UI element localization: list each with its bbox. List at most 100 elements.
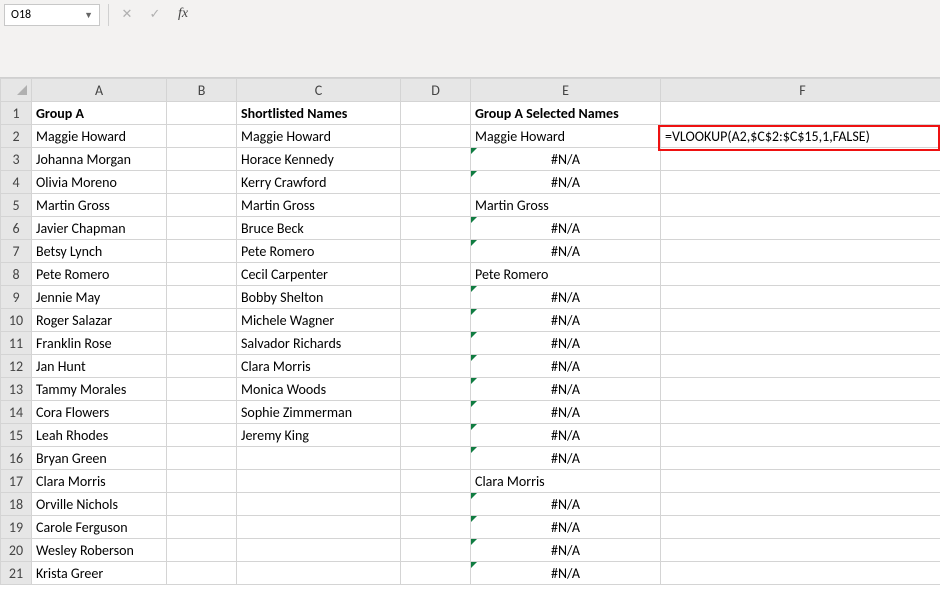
cell-A2[interactable]: Maggie Howard: [32, 125, 167, 148]
cell-C20[interactable]: [237, 539, 401, 562]
row-header-14[interactable]: 14: [1, 401, 32, 424]
cell-E3[interactable]: #N/A: [471, 148, 661, 171]
cell-C5[interactable]: Martin Gross: [237, 194, 401, 217]
cell-B13[interactable]: [167, 378, 237, 401]
cell-A19[interactable]: Carole Ferguson: [32, 516, 167, 539]
cell-C9[interactable]: Bobby Shelton: [237, 286, 401, 309]
cell-B17[interactable]: [167, 470, 237, 493]
error-indicator-icon[interactable]: [471, 171, 477, 177]
row-header-18[interactable]: 18: [1, 493, 32, 516]
cell-C8[interactable]: Cecil Carpenter: [237, 263, 401, 286]
row-header-19[interactable]: 19: [1, 516, 32, 539]
error-indicator-icon[interactable]: [471, 447, 477, 453]
cell-D10[interactable]: [401, 309, 471, 332]
cell-A15[interactable]: Leah Rhodes: [32, 424, 167, 447]
cell-A18[interactable]: Orville Nichols: [32, 493, 167, 516]
cell-A17[interactable]: Clara Morris: [32, 470, 167, 493]
cell-A9[interactable]: Jennie May: [32, 286, 167, 309]
cell-E13[interactable]: #N/A: [471, 378, 661, 401]
cell-E2[interactable]: Maggie Howard: [471, 125, 661, 148]
cell-D11[interactable]: [401, 332, 471, 355]
cell-A20[interactable]: Wesley Roberson: [32, 539, 167, 562]
cell-E20[interactable]: #N/A: [471, 539, 661, 562]
row-header-8[interactable]: 8: [1, 263, 32, 286]
chevron-down-icon[interactable]: ▼: [80, 10, 97, 21]
cell-B12[interactable]: [167, 355, 237, 378]
cell-B3[interactable]: [167, 148, 237, 171]
row-header-4[interactable]: 4: [1, 171, 32, 194]
cell-B1[interactable]: [167, 102, 237, 125]
cell-F9[interactable]: [661, 286, 940, 309]
cell-B18[interactable]: [167, 493, 237, 516]
cell-F14[interactable]: [661, 401, 940, 424]
cell-C3[interactable]: Horace Kennedy: [237, 148, 401, 171]
row-header-11[interactable]: 11: [1, 332, 32, 355]
cell-E18[interactable]: #N/A: [471, 493, 661, 516]
cell-D17[interactable]: [401, 470, 471, 493]
confirm-icon[interactable]: ✓: [145, 4, 165, 24]
column-header-E[interactable]: E: [471, 79, 661, 102]
cell-C4[interactable]: Kerry Crawford: [237, 171, 401, 194]
cell-B11[interactable]: [167, 332, 237, 355]
cell-C2[interactable]: Maggie Howard: [237, 125, 401, 148]
cell-D8[interactable]: [401, 263, 471, 286]
cell-D18[interactable]: [401, 493, 471, 516]
cell-B2[interactable]: [167, 125, 237, 148]
cell-F1[interactable]: [661, 102, 940, 125]
cell-A5[interactable]: Martin Gross: [32, 194, 167, 217]
row-header-16[interactable]: 16: [1, 447, 32, 470]
cell-A6[interactable]: Javier Chapman: [32, 217, 167, 240]
row-header-3[interactable]: 3: [1, 148, 32, 171]
cell-B15[interactable]: [167, 424, 237, 447]
cell-A1[interactable]: Group A: [32, 102, 167, 125]
cell-C6[interactable]: Bruce Beck: [237, 217, 401, 240]
cell-D2[interactable]: [401, 125, 471, 148]
cell-D3[interactable]: [401, 148, 471, 171]
cell-A16[interactable]: Bryan Green: [32, 447, 167, 470]
cell-A13[interactable]: Tammy Morales: [32, 378, 167, 401]
cell-D16[interactable]: [401, 447, 471, 470]
cell-F16[interactable]: [661, 447, 940, 470]
cell-A21[interactable]: Krista Greer: [32, 562, 167, 585]
cell-F8[interactable]: [661, 263, 940, 286]
cell-B7[interactable]: [167, 240, 237, 263]
column-header-B[interactable]: B: [167, 79, 237, 102]
cell-A12[interactable]: Jan Hunt: [32, 355, 167, 378]
cell-D4[interactable]: [401, 171, 471, 194]
row-header-17[interactable]: 17: [1, 470, 32, 493]
cell-F17[interactable]: [661, 470, 940, 493]
cell-F7[interactable]: [661, 240, 940, 263]
column-header-C[interactable]: C: [237, 79, 401, 102]
cell-C12[interactable]: Clara Morris: [237, 355, 401, 378]
cell-F3[interactable]: [661, 148, 940, 171]
cell-F2[interactable]: =VLOOKUP(A2,$C$2:$C$15,1,FALSE): [661, 125, 940, 148]
cell-F12[interactable]: [661, 355, 940, 378]
cell-C13[interactable]: Monica Woods: [237, 378, 401, 401]
cell-C1[interactable]: Shortlisted Names: [237, 102, 401, 125]
error-indicator-icon[interactable]: [471, 493, 477, 499]
cell-C18[interactable]: [237, 493, 401, 516]
column-header-A[interactable]: A: [32, 79, 167, 102]
cell-B16[interactable]: [167, 447, 237, 470]
row-header-15[interactable]: 15: [1, 424, 32, 447]
cell-B20[interactable]: [167, 539, 237, 562]
cell-D13[interactable]: [401, 378, 471, 401]
cell-F6[interactable]: [661, 217, 940, 240]
cell-E9[interactable]: #N/A: [471, 286, 661, 309]
error-indicator-icon[interactable]: [471, 562, 477, 568]
row-header-20[interactable]: 20: [1, 539, 32, 562]
row-header-10[interactable]: 10: [1, 309, 32, 332]
cell-C7[interactable]: Pete Romero: [237, 240, 401, 263]
error-indicator-icon[interactable]: [471, 217, 477, 223]
cell-E11[interactable]: #N/A: [471, 332, 661, 355]
row-header-5[interactable]: 5: [1, 194, 32, 217]
cell-A10[interactable]: Roger Salazar: [32, 309, 167, 332]
error-indicator-icon[interactable]: [471, 309, 477, 315]
cell-E7[interactable]: #N/A: [471, 240, 661, 263]
cell-C19[interactable]: [237, 516, 401, 539]
error-indicator-icon[interactable]: [471, 424, 477, 430]
cell-E21[interactable]: #N/A: [471, 562, 661, 585]
cell-B8[interactable]: [167, 263, 237, 286]
column-header-D[interactable]: D: [401, 79, 471, 102]
cell-F18[interactable]: [661, 493, 940, 516]
